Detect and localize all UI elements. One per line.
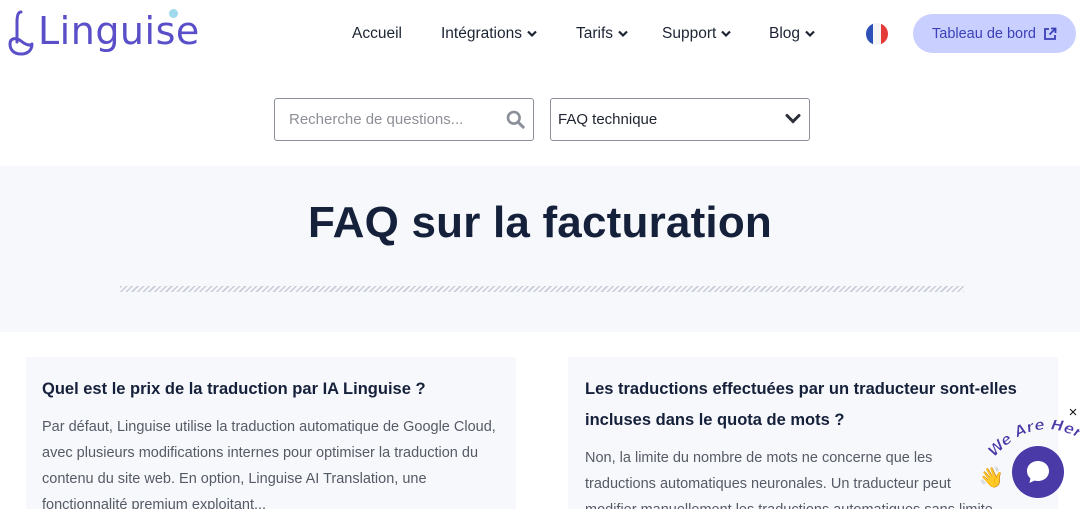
- faq-answer: Par défaut, Linguise utilise la traducti…: [42, 419, 496, 509]
- nav-item-accueil[interactable]: Accueil: [352, 22, 402, 46]
- faq-category-select[interactable]: FAQ technique: [550, 98, 810, 141]
- brand-logo[interactable]: Linguise: [6, 6, 200, 58]
- search-icon[interactable]: [506, 110, 525, 129]
- nav-item-label: Blog: [769, 25, 801, 42]
- page-title: FAQ sur la facturation: [307, 198, 773, 247]
- nav-item-support[interactable]: Support: [662, 22, 732, 46]
- faq-question: Quel est le prix de la traduction par IA…: [42, 380, 426, 398]
- nav-item-label: Accueil: [352, 25, 402, 42]
- faq-answer: Non, la limite du nombre de mots ne conc…: [585, 450, 993, 509]
- faq-card[interactable]: Quel est le prix de la traduction par IA…: [26, 357, 516, 509]
- nav-item-label: Support: [662, 25, 717, 42]
- nav-item-tarifs[interactable]: Tarifs: [576, 22, 628, 46]
- faq-search: [274, 98, 534, 141]
- chat-bubble-icon: [1027, 461, 1049, 483]
- chevron-down-icon: [805, 30, 815, 38]
- site-header: Linguise Accueil Intégrations Tarifs Sup…: [0, 0, 1080, 68]
- nav-item-label: Tarifs: [576, 25, 614, 42]
- chat-launcher-button[interactable]: [1012, 446, 1064, 498]
- logo-dot-icon: [169, 9, 178, 18]
- chevron-down-icon: [618, 30, 628, 38]
- search-input[interactable]: [275, 99, 495, 140]
- chevron-down-icon: [721, 30, 732, 38]
- external-link-icon: [1044, 27, 1057, 40]
- nav-item-integrations[interactable]: Intégrations: [441, 22, 537, 46]
- logo-mark-icon: [8, 10, 34, 56]
- nav-item-blog[interactable]: Blog: [769, 22, 815, 46]
- dashboard-button-label: Tableau de bord: [932, 25, 1036, 42]
- waving-hand-icon: 👋: [979, 467, 1004, 489]
- flag-fr-icon[interactable]: [866, 23, 888, 45]
- nav-item-label: Intégrations: [441, 25, 522, 42]
- chevron-down-icon: [527, 30, 537, 38]
- hatched-divider: [120, 286, 964, 292]
- chevron-down-icon: [785, 114, 801, 124]
- dashboard-button[interactable]: Tableau de bord: [913, 14, 1076, 53]
- select-value: FAQ technique: [558, 111, 658, 128]
- faq-question: Les traductions effectuées par un traduc…: [585, 380, 1017, 429]
- chat-close-button[interactable]: ×: [1065, 405, 1080, 421]
- hero-band: FAQ sur la facturation: [0, 166, 1080, 332]
